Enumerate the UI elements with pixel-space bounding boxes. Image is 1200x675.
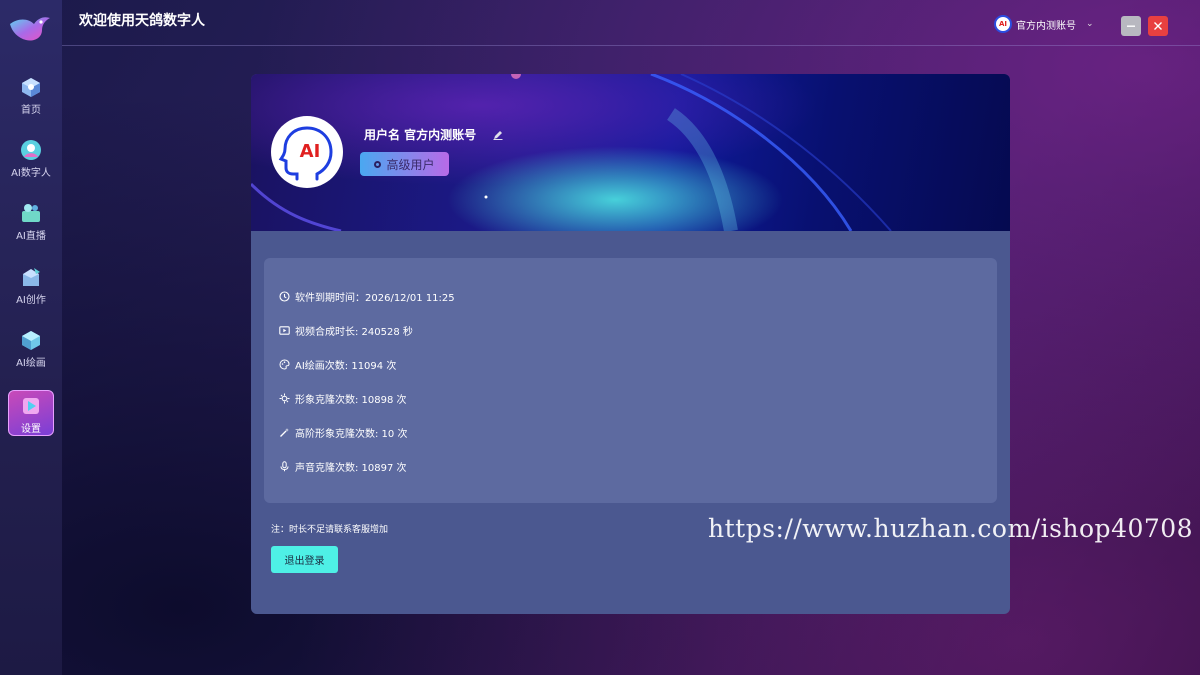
account-avatar: AI [994,15,1012,33]
sidebar-item-label: AI数字人 [11,168,51,179]
profile-avatar: AI [271,116,343,188]
sidebar-item-label: AI绘画 [16,358,46,369]
sidebar-item-ai-digital-human[interactable]: AI数字人 [8,135,54,185]
info-avatar-clone-count: 形象克隆次数: 10898 次 [279,391,407,406]
app-title: 欢迎使用天鸽数字人 [79,13,205,29]
close-icon [1154,22,1162,30]
duration-note: 注：时长不足请联系客服增加 [271,525,389,535]
account-name: 官方内测账号 [1016,20,1076,32]
account-menu[interactable]: AI 官方内测账号 ⌄ [994,15,1094,33]
sidebar: 首页 AI数字人 AI直播 AI创作 AI绘画 设置 [0,0,62,675]
home-cube-icon [22,78,40,97]
sidebar-item-home[interactable]: 首页 [8,72,54,122]
watermark-url: https://www.huzhan.com/ishop40708 [708,514,1194,543]
profile-banner: AI 用户名 官方内测账号 高级用户 [251,74,1010,231]
close-button[interactable] [1148,16,1168,36]
magic-wand-icon [280,428,289,437]
info-advanced-clone-count: 高阶形象克隆次数: 10 次 [279,425,407,440]
info-video-duration: 视频合成时长: 240528 秒 [279,323,413,338]
video-icon [279,326,290,335]
info-ai-draw-count: AI绘画次数: 11094 次 [279,357,396,372]
minimize-button[interactable] [1121,16,1141,36]
settings-play-icon [23,398,39,414]
logout-button[interactable]: 退出登录 [271,546,338,573]
minimize-icon [1127,25,1135,27]
sidebar-item-label: 设置 [21,424,41,435]
username: 用户名 官方内测账号 [364,128,477,142]
top-bar: 欢迎使用天鸽数字人 AI 官方内测账号 ⌄ [62,0,1200,46]
sidebar-item-ai-draw[interactable]: AI绘画 [8,325,54,375]
paint-cube-icon [22,331,40,350]
username-row: 用户名 官方内测账号 [364,126,504,143]
info-voice-clone-count: 声音克隆次数: 10897 次 [279,459,407,474]
info-expiry: 软件到期时间：2026/12/01 11:25 [279,289,455,304]
sidebar-item-ai-live[interactable]: AI直播 [8,198,54,248]
sidebar-item-label: AI创作 [16,295,46,306]
palette-icon [279,359,290,370]
sidebar-item-ai-create[interactable]: AI创作 [8,262,54,312]
edit-pencil-icon[interactable] [492,129,504,141]
sidebar-item-settings[interactable]: 设置 [8,390,54,436]
create-box-icon [23,268,40,286]
sidebar-item-label: AI直播 [16,231,46,242]
digital-human-icon [21,140,41,160]
chevron-down-icon: ⌄ [1086,19,1094,29]
sidebar-item-label: 首页 [21,105,41,116]
sparkle-user-icon [279,393,290,404]
microphone-icon [280,461,289,472]
account-info-panel: 软件到期时间：2026/12/01 11:25 视频合成时长: 240528 秒… [264,258,997,503]
level-dot-icon [374,160,382,168]
live-stream-icon [22,204,40,222]
clock-icon [279,291,290,302]
app-logo-icon [8,10,52,44]
user-level-badge: 高级用户 [360,152,449,176]
user-level-label: 高级用户 [386,157,435,172]
ai-head-icon: AI [278,126,333,181]
svg-text:AI: AI [300,141,321,162]
